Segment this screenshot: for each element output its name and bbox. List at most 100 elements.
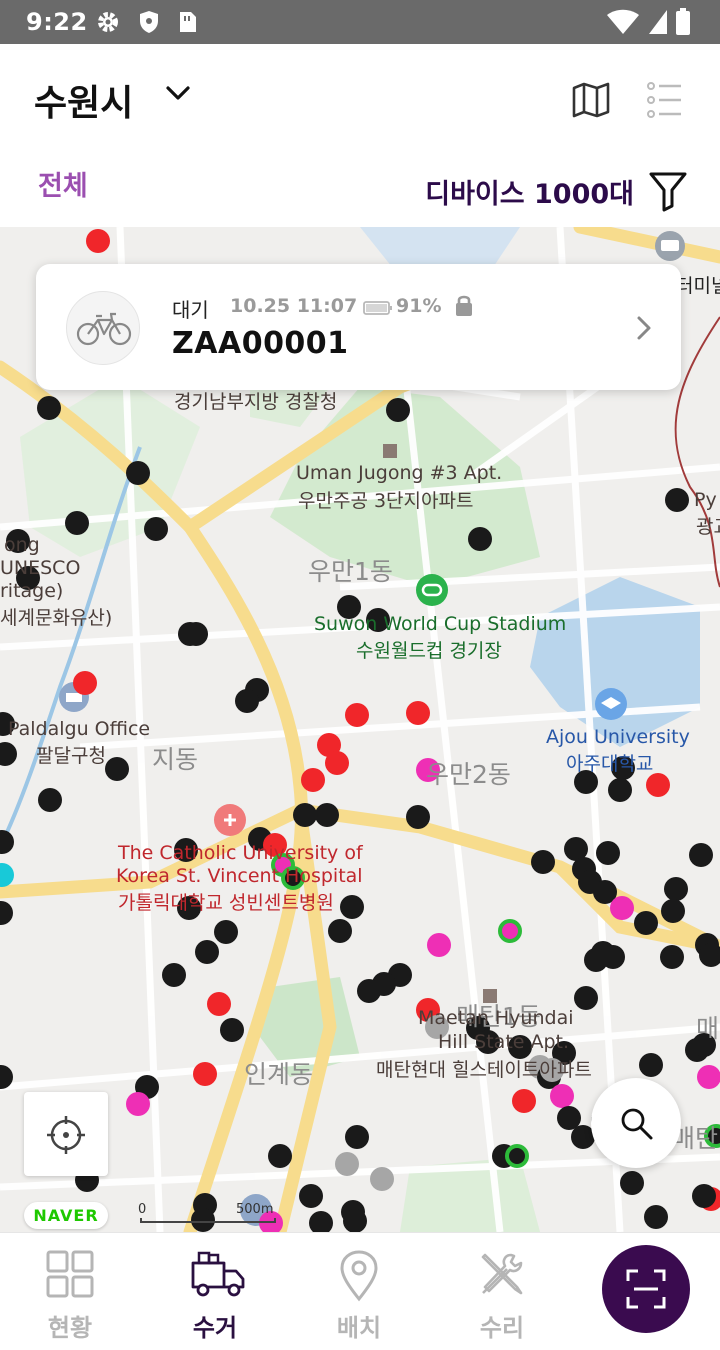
city-selector[interactable]: 수원시 <box>34 74 133 126</box>
locate-me-button[interactable] <box>24 1092 108 1176</box>
device-marker[interactable] <box>162 963 186 987</box>
map-label-uman1: 우만1동 <box>308 557 393 586</box>
truck-icon <box>191 1251 245 1297</box>
device-marker[interactable] <box>610 896 634 920</box>
device-marker[interactable] <box>126 1092 150 1116</box>
device-marker[interactable] <box>38 788 62 812</box>
device-marker[interactable] <box>531 850 555 874</box>
filter-all-tab[interactable]: 전체 <box>38 164 88 203</box>
filter-icon[interactable] <box>648 170 688 216</box>
map-label-terminal: 터미널 <box>676 275 720 297</box>
device-battery: 91% <box>396 295 442 317</box>
device-marker[interactable] <box>646 773 670 797</box>
nav-label-status: 현황 <box>47 1314 93 1342</box>
gear-icon <box>96 10 120 38</box>
device-marker[interactable] <box>468 527 492 551</box>
device-marker[interactable] <box>0 742 17 766</box>
device-marker[interactable] <box>220 1018 244 1042</box>
device-marker[interactable] <box>689 843 713 867</box>
device-marker[interactable] <box>309 1211 333 1232</box>
device-marker[interactable] <box>665 488 689 512</box>
device-marker[interactable] <box>343 1209 367 1232</box>
nav-item-deploy[interactable]: 배치 <box>289 1233 429 1350</box>
device-marker[interactable] <box>86 229 110 253</box>
device-marker[interactable] <box>335 1152 359 1176</box>
chevron-right-icon[interactable] <box>634 314 654 346</box>
nav-item-repair[interactable]: 수리 <box>432 1233 572 1350</box>
map-label-hill-ko: 매탄현대 힐스테이트아파트 <box>376 1059 592 1081</box>
device-marker[interactable] <box>144 517 168 541</box>
device-marker[interactable] <box>126 461 150 485</box>
list-icon[interactable] <box>644 80 684 124</box>
device-marker[interactable] <box>664 877 688 901</box>
device-marker[interactable] <box>386 398 410 422</box>
device-marker[interactable] <box>601 945 625 969</box>
device-marker[interactable] <box>0 901 13 925</box>
shield-icon <box>138 10 160 38</box>
map-label-hill-en1: Maetan Hyundai <box>418 1007 574 1029</box>
device-card[interactable]: 대기 10.25 11:07 91% ZAA00001 <box>36 264 681 390</box>
device-marker[interactable] <box>195 940 219 964</box>
device-marker[interactable] <box>357 979 381 1003</box>
device-marker-active[interactable] <box>498 919 522 943</box>
map-label-uman2: 우만2동 <box>426 760 511 789</box>
device-marker[interactable] <box>596 841 620 865</box>
device-marker[interactable] <box>214 920 238 944</box>
device-marker[interactable] <box>406 701 430 725</box>
device-marker[interactable] <box>661 899 685 923</box>
device-marker[interactable] <box>65 511 89 535</box>
device-marker[interactable] <box>574 986 598 1010</box>
device-marker-active[interactable] <box>505 1144 529 1168</box>
location-pin-icon <box>340 1250 378 1302</box>
status-time: 9:22 <box>26 8 88 36</box>
device-marker[interactable] <box>406 805 430 829</box>
map-icon[interactable] <box>570 80 612 124</box>
device-marker[interactable] <box>193 1062 217 1086</box>
crosshair-icon <box>47 1116 85 1154</box>
device-marker[interactable] <box>105 757 129 781</box>
device-marker[interactable] <box>37 396 61 420</box>
device-marker[interactable] <box>608 778 632 802</box>
device-marker[interactable] <box>639 1053 663 1077</box>
map-label-paldalgu-ko: 팔달구청 <box>36 745 106 767</box>
map-search-button[interactable] <box>591 1078 681 1168</box>
device-marker[interactable] <box>293 803 317 827</box>
device-marker[interactable] <box>207 992 231 1016</box>
device-marker[interactable] <box>184 622 208 646</box>
device-marker[interactable] <box>345 1125 369 1149</box>
device-marker[interactable] <box>634 911 658 935</box>
device-marker[interactable] <box>660 945 684 969</box>
device-marker[interactable] <box>315 803 339 827</box>
device-marker[interactable] <box>620 1171 644 1195</box>
device-status: 대기 <box>172 298 209 322</box>
device-marker[interactable] <box>235 689 259 713</box>
device-marker[interactable] <box>692 1184 716 1208</box>
device-marker[interactable] <box>370 1167 394 1191</box>
device-marker[interactable] <box>73 671 97 695</box>
device-marker[interactable] <box>268 1144 292 1168</box>
nav-label-deploy: 배치 <box>336 1314 382 1342</box>
device-marker[interactable] <box>345 703 369 727</box>
device-marker[interactable] <box>550 1084 574 1108</box>
device-marker[interactable] <box>325 751 349 775</box>
device-count: 디바이스 1000대 <box>425 179 634 210</box>
map-label-uman-apt-ko: 우만주공 3단지아파트 <box>298 490 474 512</box>
nav-item-status[interactable]: 현황 <box>0 1233 140 1350</box>
device-marker[interactable] <box>644 1205 668 1229</box>
scan-icon <box>626 1269 666 1309</box>
device-marker[interactable] <box>328 919 352 943</box>
device-marker[interactable] <box>299 1184 323 1208</box>
chevron-down-icon[interactable] <box>163 82 193 108</box>
device-marker[interactable] <box>0 830 14 854</box>
map-label-pyo-ko: 광교 <box>696 516 720 538</box>
device-marker[interactable] <box>512 1089 536 1113</box>
device-marker[interactable] <box>0 863 14 887</box>
scan-button[interactable] <box>602 1245 690 1333</box>
device-marker[interactable] <box>340 895 364 919</box>
map-label-hwaseong-2: UNESCO <box>0 557 81 579</box>
naver-logo: NAVER <box>24 1202 108 1229</box>
nav-item-pickup[interactable]: 수거 <box>145 1233 285 1350</box>
device-marker[interactable] <box>427 933 451 957</box>
device-marker[interactable] <box>301 768 325 792</box>
device-marker[interactable] <box>697 1065 720 1089</box>
